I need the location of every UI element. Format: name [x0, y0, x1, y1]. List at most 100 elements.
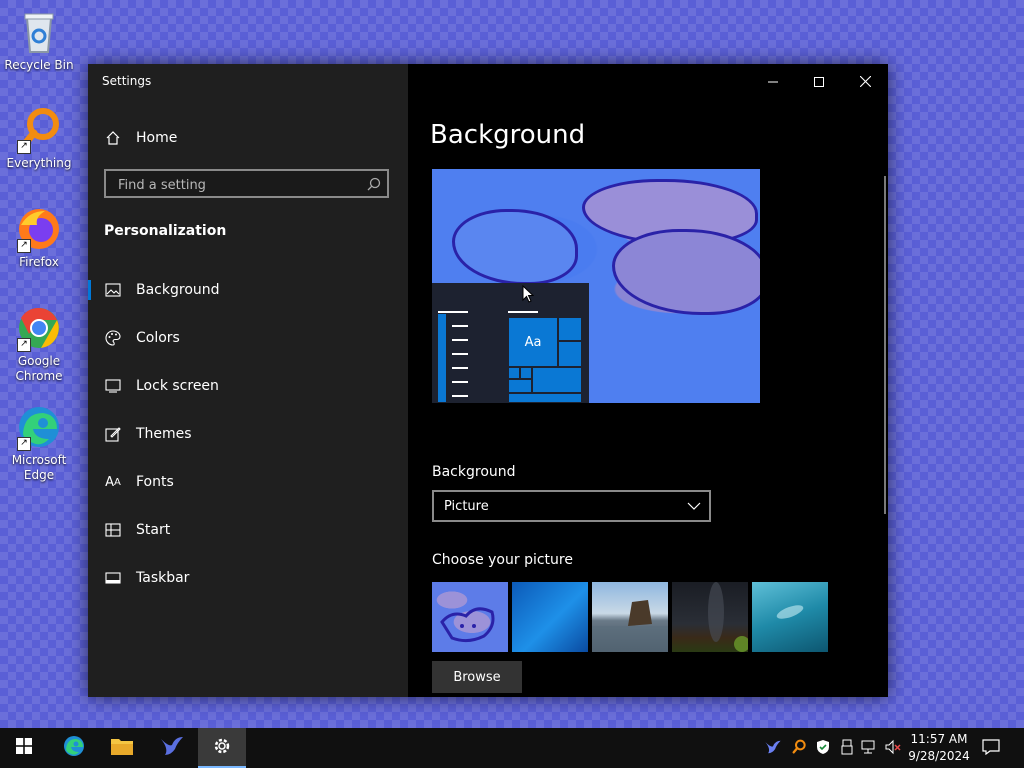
nav-home[interactable]: Home [104, 128, 177, 148]
taskbar-icon [104, 569, 122, 587]
nav-item-label: Taskbar [136, 570, 190, 586]
tray-volume-muted-icon[interactable] [884, 738, 902, 756]
content-scrollbar[interactable] [884, 176, 886, 514]
preview-tile [532, 367, 582, 393]
nav-item-themes[interactable]: Themes [88, 410, 408, 458]
start-button[interactable] [0, 728, 48, 768]
themes-icon [104, 425, 122, 443]
tray-shield-icon[interactable] [814, 738, 832, 756]
action-center-icon[interactable] [982, 738, 1000, 756]
desktop-icon-label: Everything [6, 156, 72, 170]
clock-date: 9/28/2024 [908, 749, 970, 763]
sidebar: Settings Home Personalization Background [88, 64, 408, 697]
preview-line [508, 311, 538, 313]
desktop-icon-label: Microsoft Edge [11, 453, 67, 482]
nav-item-label: Fonts [136, 474, 174, 490]
nav-item-lock-screen[interactable]: Lock screen [88, 362, 408, 410]
home-icon [104, 129, 122, 147]
desktop-icon-label: Google Chrome [15, 354, 63, 383]
nav-item-background[interactable]: Background [88, 266, 408, 314]
background-dropdown-value: Picture [444, 498, 489, 514]
desktop-icon-firefox[interactable]: ↗ Firefox [4, 205, 74, 270]
preview-line [452, 381, 468, 383]
choose-picture-label: Choose your picture [432, 552, 573, 568]
edge-icon: ↗ [15, 403, 63, 451]
tray-bird-app-icon[interactable] [764, 738, 782, 756]
window-title: Settings [102, 74, 152, 88]
start-icon [104, 521, 122, 539]
background-preview: Aa [432, 169, 760, 403]
windows-logo-icon [16, 738, 32, 758]
preview-line [452, 325, 468, 327]
nav-item-fonts[interactable]: AA Fonts [88, 458, 408, 506]
desktop-icon-google-chrome[interactable]: ↗ Google Chrome [4, 304, 74, 384]
nav-item-label: Background [136, 282, 220, 298]
preview-tile [508, 393, 582, 403]
shortcut-arrow-icon: ↗ [17, 239, 31, 253]
nav-item-label: Themes [136, 426, 192, 442]
picture-thumbnail[interactable] [752, 582, 828, 652]
nav-item-taskbar[interactable]: Taskbar [88, 554, 408, 602]
preview-tile [558, 317, 582, 341]
desktop-icon-microsoft-edge[interactable]: ↗ Microsoft Edge [4, 403, 74, 483]
preview-cat-shape [452, 209, 578, 285]
preview-tile [508, 367, 520, 379]
picture-thumbnail[interactable] [432, 582, 508, 652]
gear-icon [212, 736, 232, 760]
preview-tile [508, 379, 532, 393]
lock-screen-icon [104, 377, 122, 395]
search-input[interactable] [116, 175, 365, 195]
preview-line [438, 311, 468, 313]
recycle-bin-icon [15, 8, 63, 56]
taskbar-clock[interactable]: 11:57 AM 9/28/2024 [904, 731, 974, 765]
folder-icon [110, 736, 134, 760]
search-box[interactable] [104, 169, 389, 198]
fonts-icon: AA [105, 474, 121, 490]
preview-line [452, 367, 468, 369]
shortcut-arrow-icon: ↗ [17, 437, 31, 451]
nav-home-label: Home [136, 130, 178, 146]
background-label: Background [432, 464, 516, 480]
preview-tile [520, 367, 532, 379]
nav-item-label: Lock screen [136, 378, 219, 394]
clock-time: 11:57 AM [910, 732, 968, 746]
taskbar-file-explorer-button[interactable] [98, 728, 146, 768]
nav-list: Background Colors Lock screen Themes A A… [88, 266, 408, 602]
firefox-icon: ↗ [15, 205, 63, 253]
preview-cat-shape [612, 229, 760, 315]
edge-icon [62, 734, 86, 762]
nav-item-start[interactable]: Start [88, 506, 408, 554]
desktop-icon-recycle-bin[interactable]: Recycle Bin [4, 8, 74, 73]
picture-thumbnail[interactable] [592, 582, 668, 652]
chevron-down-icon [687, 500, 701, 515]
bird-app-icon [159, 735, 185, 761]
nav-item-colors[interactable]: Colors [88, 314, 408, 362]
preview-line [452, 339, 468, 341]
browse-button[interactable]: Browse [432, 661, 522, 693]
nav-item-label: Start [136, 522, 171, 538]
preview-tile-large: Aa [508, 317, 558, 367]
desktop-icon-everything[interactable]: ↗ Everything [4, 106, 74, 171]
picture-thumbnail[interactable] [512, 582, 588, 652]
tray-magnifier-icon[interactable] [790, 738, 808, 756]
tray-usb-icon[interactable] [838, 738, 856, 756]
nav-item-label: Colors [136, 330, 180, 346]
taskbar-app-button[interactable] [148, 728, 196, 768]
picture-icon [104, 281, 122, 299]
taskbar-edge-button[interactable] [50, 728, 98, 768]
preview-tile-strip [437, 313, 447, 403]
shortcut-arrow-icon: ↗ [17, 140, 31, 154]
search-icon[interactable] [367, 176, 381, 195]
desktop-icon-label: Recycle Bin [4, 58, 74, 72]
taskbar: 11:57 AM 9/28/2024 [0, 728, 1024, 768]
content-pane: Background Aa Background Picture Choose … [408, 64, 888, 697]
shortcut-arrow-icon: ↗ [17, 338, 31, 352]
picture-thumbnail[interactable] [672, 582, 750, 652]
desktop-icon-label: Firefox [19, 255, 59, 269]
tray-network-icon[interactable] [861, 738, 879, 756]
taskbar-settings-button[interactable] [198, 728, 246, 768]
preview-start-menu: Aa [432, 283, 589, 403]
preview-tile [558, 341, 582, 367]
background-dropdown[interactable]: Picture [432, 490, 711, 522]
magnifier-icon: ↗ [15, 106, 63, 154]
